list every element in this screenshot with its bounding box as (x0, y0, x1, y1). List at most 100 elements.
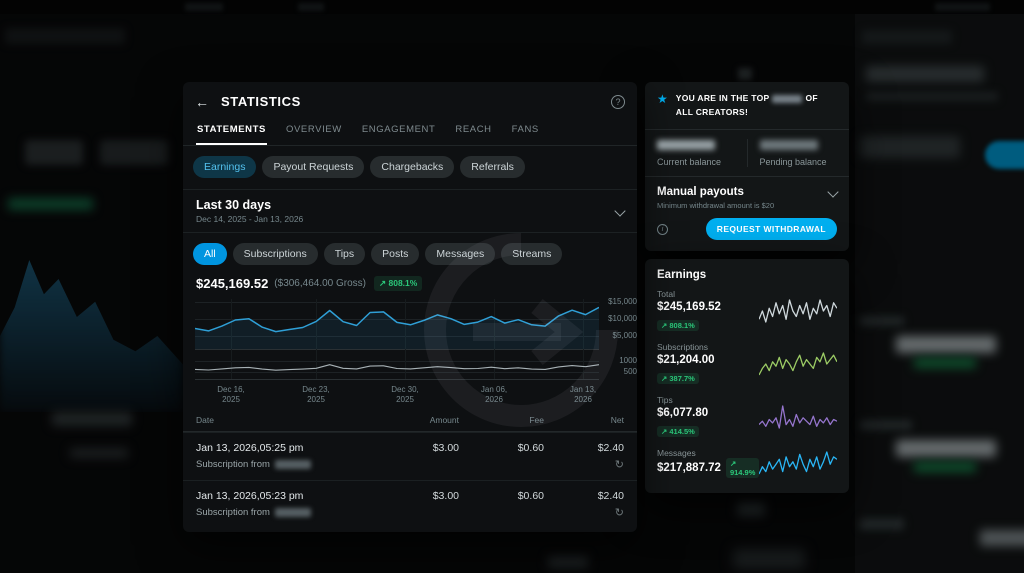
sparkline-total (759, 298, 837, 324)
cell-amount: $3.00 (369, 442, 459, 454)
earnings-title: Earnings (657, 269, 837, 281)
category-tips[interactable]: Tips (324, 243, 365, 265)
tab-statements[interactable]: STATEMENTS (196, 118, 267, 145)
bg-left-button (25, 140, 83, 165)
bg-left-green-text (8, 198, 93, 210)
cell-date: Jan 13, 2026,05:23 pm (196, 490, 369, 502)
modal-header: ← STATISTICS ? (183, 82, 637, 118)
bg-right-text (860, 136, 960, 158)
net-total: $245,169.52 (196, 276, 268, 291)
bg-right-label (860, 316, 904, 326)
statistics-panel: ← STATISTICS ? STATEMENTS OVERVIEW ENGAG… (183, 82, 637, 532)
filter-payout-requests[interactable]: Payout Requests (262, 156, 364, 178)
earnings-item-messages: Messages $217,887.72 ↗ 914.9% (657, 448, 837, 478)
payout-actions: i REQUEST WITHDRAWAL (657, 218, 837, 240)
tab-fans[interactable]: FANS (511, 118, 540, 145)
category-posts[interactable]: Posts (371, 243, 419, 265)
period-label: Last 30 days (196, 198, 303, 212)
manual-payouts-header[interactable]: Manual payouts (657, 186, 837, 198)
bg-bottom-text (733, 549, 805, 569)
bg-right-blue-button (985, 141, 1024, 169)
column-header-net: Net (544, 415, 624, 425)
x-axis-tick: Dec 30, 2025 (391, 385, 419, 406)
back-icon[interactable]: ← (195, 95, 209, 109)
balance-card: ★ YOU ARE IN THE TOPOF ALL CREATORS! Cur… (645, 82, 849, 251)
balance-sidebar: ★ YOU ARE IN THE TOPOF ALL CREATORS! Cur… (645, 82, 849, 532)
y-axis-tick: 500 (601, 367, 637, 376)
bg-topbar-item (935, 3, 990, 11)
transaction-description: Subscription from (196, 459, 270, 470)
tab-reach[interactable]: REACH (454, 118, 492, 145)
redacted-current-balance (657, 140, 715, 150)
earnings-item-value: $217,887.72 (657, 462, 721, 474)
bg-right-heading (866, 66, 984, 82)
earnings-item-value-row: $217,887.72 ↗ 914.9% (657, 458, 759, 478)
bg-right-amount (896, 440, 996, 457)
bg-left-header (5, 28, 125, 44)
period-text: Last 30 days Dec 14, 2025 - Jan 13, 2026 (196, 198, 303, 224)
help-icon[interactable]: ? (611, 95, 625, 109)
earnings-item-text: Messages $217,887.72 ↗ 914.9% (657, 448, 759, 478)
earnings-item-value: $6,077.80 (657, 407, 759, 419)
filter-earnings[interactable]: Earnings (193, 156, 256, 178)
sparkline-tips (759, 404, 837, 430)
top-creators-text: YOU ARE IN THE TOPOF ALL CREATORS! (676, 92, 837, 119)
sparkline-messages (759, 450, 837, 476)
cell-fee: $0.60 (459, 490, 544, 502)
y-axis-tick: $10,000 (601, 314, 637, 323)
bg-left-text (52, 412, 132, 426)
y-axis-tick: $15,000 (601, 297, 637, 306)
current-balance-label: Current balance (657, 157, 735, 167)
star-icon: ★ (657, 92, 668, 119)
y-axis-tick: $5,000 (601, 331, 637, 340)
x-axis-tick: Jan 06, 2026 (481, 385, 507, 406)
table-row-main: Jan 13, 2026,05:23 pm $3.00 $0.60 $2.40 (183, 481, 637, 505)
earnings-item-label: Messages (657, 448, 759, 458)
period-selector[interactable]: Last 30 days Dec 14, 2025 - Jan 13, 2026 (183, 190, 637, 233)
bg-right-subtext (866, 92, 998, 101)
pending-balance: Pending balance (748, 139, 850, 167)
bg-right-label (860, 420, 912, 430)
request-withdrawal-button[interactable]: REQUEST WITHDRAWAL (706, 218, 837, 240)
category-subscriptions[interactable]: Subscriptions (233, 243, 318, 265)
column-header-amount: Amount (369, 415, 459, 425)
cell-net: $2.40 (544, 490, 624, 502)
tab-engagement[interactable]: ENGAGEMENT (361, 118, 437, 145)
info-icon[interactable]: i (657, 224, 668, 235)
manual-payouts-title: Manual payouts (657, 186, 744, 198)
earnings-item-change: ↗ 808.1% (657, 320, 699, 331)
transactions-table-header: Date Amount Fee Net (183, 409, 637, 432)
earnings-item-tips: Tips $6,077.80 ↗ 414.5% (657, 395, 837, 439)
filter-chargebacks[interactable]: Chargebacks (370, 156, 454, 178)
category-streams[interactable]: Streams (501, 243, 562, 265)
recurring-icon[interactable]: ↻ (615, 458, 624, 471)
redacted-percent (772, 95, 802, 103)
filter-referrals[interactable]: Referrals (460, 156, 525, 178)
bg-left-button (100, 140, 168, 165)
bg-right-amount (980, 530, 1024, 546)
redacted-username (275, 460, 311, 469)
chevron-down-icon[interactable] (614, 205, 625, 216)
earnings-item-change: ↗ 914.9% (726, 458, 759, 478)
statement-type-filter: Earnings Payout Requests Chargebacks Ref… (183, 146, 637, 190)
earnings-item-label: Subscriptions (657, 342, 759, 352)
chevron-down-icon[interactable] (827, 187, 838, 198)
earnings-item-value: $245,169.52 (657, 301, 759, 313)
y-axis-tick: 1000 (601, 356, 637, 365)
bg-topbar-item (185, 3, 223, 11)
earnings-item-text: Tips $6,077.80 ↗ 414.5% (657, 395, 759, 439)
table-row-description: Subscription from ↻ (183, 457, 637, 480)
recurring-icon[interactable]: ↻ (615, 506, 624, 519)
bg-right-green-text (914, 462, 976, 472)
bg-right-green-text (914, 358, 976, 368)
redacted-username (275, 508, 311, 517)
category-all[interactable]: All (193, 243, 227, 265)
category-messages[interactable]: Messages (425, 243, 495, 265)
bg-bottom-text (548, 556, 588, 568)
transaction-description: Subscription from (196, 507, 270, 518)
cell-amount: $3.00 (369, 490, 459, 502)
tab-overview[interactable]: OVERVIEW (285, 118, 343, 145)
earnings-summary: $245,169.52 ($306,464.00 Gross) ↗ 808.1% (183, 273, 637, 297)
earnings-item-value: $21,204.00 (657, 354, 759, 366)
earnings-item-subscriptions: Subscriptions $21,204.00 ↗ 387.7% (657, 342, 837, 386)
